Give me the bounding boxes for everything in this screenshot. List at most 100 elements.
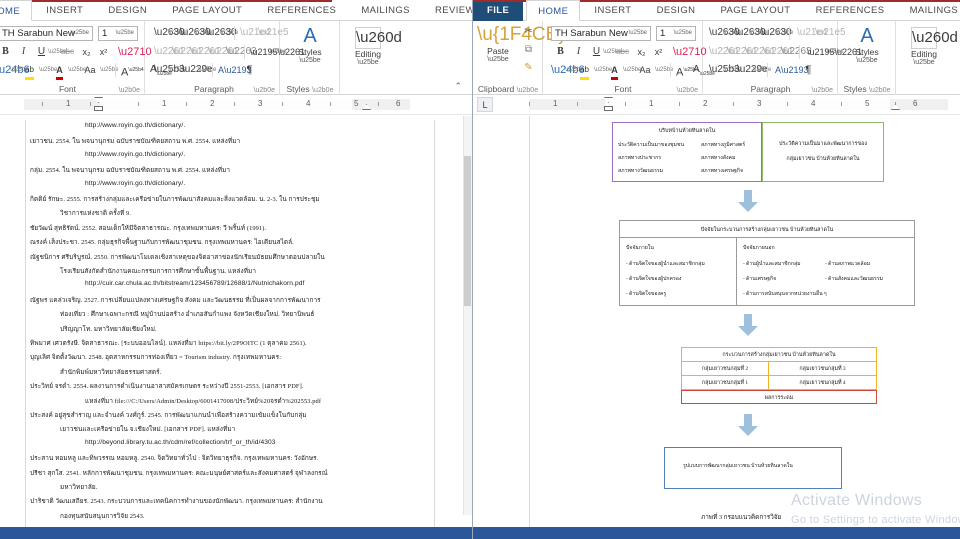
- font-size-box-right[interactable]: 1 \u25be: [656, 26, 696, 41]
- chevron-down-icon[interactable]: \u25be: [116, 27, 134, 40]
- justify-icon-left[interactable]: \u2261: [208, 45, 239, 59]
- multilevel-chevron-down-icon-right[interactable]: \u25be: [775, 26, 793, 40]
- clipboard-dialog-launcher-right[interactable]: \u2b0e: [517, 87, 538, 94]
- diagram-box-history[interactable]: ประวัติความเป็นมาและพัฒนาการของ กลุ่มเยา…: [762, 122, 884, 182]
- vertical-scrollbar-left[interactable]: [463, 116, 472, 515]
- font-size-box-left[interactable]: 1 \u25be: [98, 26, 138, 41]
- document-page-area-right[interactable]: บริบทบ้านห้วยทินลาดใน ประวัติความเป็นมาข…: [473, 116, 960, 527]
- tab-page-layout-left[interactable]: PAGE LAYOUT: [161, 0, 253, 21]
- collapse-ribbon-icon-left[interactable]: ⌃: [454, 81, 462, 92]
- subscript-button-right[interactable]: x₂: [634, 45, 649, 59]
- decrease-indent-icon-left[interactable]: \u21e4: [240, 26, 271, 40]
- tab-page-layout-right[interactable]: PAGE LAYOUT: [709, 0, 801, 21]
- text-highlight-icon-right[interactable]: ab: [577, 63, 592, 80]
- diagram-box-factors-header[interactable]: ปัจจัยในกระบวนการสร้างกลุ่มเยาวชน บ้านห้…: [619, 220, 915, 238]
- shading-chevron-down-icon-right[interactable]: \u25be: [723, 63, 741, 77]
- increase-indent-icon-left[interactable]: \u21e5: [258, 26, 289, 40]
- tab-design-right[interactable]: DESIGN: [646, 0, 707, 21]
- show-formatting-marks-icon-left[interactable]: ¶: [242, 63, 257, 77]
- chevron-down-icon[interactable]: \u25be: [674, 27, 692, 40]
- cut-scissors-icon-right[interactable]: ✂: [521, 25, 536, 39]
- chevron-down-icon[interactable]: \u25be: [629, 27, 647, 40]
- show-formatting-marks-icon-right[interactable]: ¶: [801, 63, 816, 77]
- font-dialog-launcher-right[interactable]: \u2b0e: [677, 87, 698, 94]
- tab-stop-selector-right[interactable]: L: [477, 97, 493, 112]
- shading-icon-right[interactable]: \u25b3: [709, 63, 740, 77]
- borders-icon-left[interactable]: \u229e: [182, 63, 213, 77]
- italic-button-right[interactable]: I: [571, 45, 586, 59]
- sort-icon-right[interactable]: A\u2193: [775, 63, 809, 77]
- left-indent-marker-right[interactable]: [604, 106, 613, 111]
- diagram-cell-group-3[interactable]: กลุ่มเยาวชนกลุ่มที่ 3: [769, 362, 877, 376]
- font-name-box-right[interactable]: TH Sarabun New \u25be: [551, 26, 651, 41]
- superscript-button-right[interactable]: x²: [651, 45, 666, 59]
- sort-icon-left[interactable]: A\u2193: [218, 63, 252, 77]
- numbering-icon-left[interactable]: \u2630: [180, 26, 211, 40]
- tab-mailings-left[interactable]: MAILINGS: [350, 0, 421, 21]
- tab-design-left[interactable]: DESIGN: [97, 0, 158, 21]
- font-color-icon-right[interactable]: A: [607, 63, 622, 80]
- left-indent-marker-left[interactable]: [94, 106, 103, 111]
- diagram-box-internal-factors[interactable]: ปัจจัยภายใน - ด้านจิตใจของผู้นำและสมาชิก…: [619, 238, 737, 306]
- tab-home-right[interactable]: HOME: [526, 0, 581, 21]
- change-case-chevron-down-icon-right[interactable]: \u25be: [655, 63, 673, 77]
- editing-button-right[interactable]: \u260d Editing \u25be: [904, 27, 958, 66]
- change-case-button-right[interactable]: Aa: [635, 63, 655, 77]
- editing-button-left[interactable]: \u260d Editing \u25be: [348, 27, 402, 66]
- change-case-button-left[interactable]: Aa: [80, 63, 100, 77]
- grow-font-icon-right[interactable]: A\u25b4: [676, 63, 699, 79]
- styles-button-right[interactable]: A Styles \u25be: [847, 25, 887, 64]
- increase-indent-icon-right[interactable]: \u21e5: [815, 26, 846, 40]
- diagram-cell-group-4[interactable]: กลุ่มเยาวชนกลุ่มที่ 4: [769, 376, 877, 390]
- tab-insert-left[interactable]: INSERT: [35, 0, 94, 21]
- font-color-icon-left[interactable]: A: [52, 63, 67, 80]
- shading-icon-left[interactable]: \u25b3: [154, 63, 185, 77]
- tab-insert-right[interactable]: INSERT: [583, 0, 642, 21]
- tab-home-left[interactable]: HOME: [0, 0, 33, 21]
- diagram-box-system-result[interactable]: ผลการระดม: [681, 390, 877, 404]
- subscript-button-left[interactable]: x₂: [79, 45, 94, 59]
- tab-file-right[interactable]: FILE: [473, 0, 524, 21]
- format-painter-icon-right[interactable]: ✎: [521, 61, 536, 75]
- horizontal-ruler-left[interactable]: 1 1 2 3 4 5 6: [24, 99, 410, 110]
- multilevel-list-icon-left[interactable]: \u2630: [206, 26, 237, 40]
- bold-button-left[interactable]: B: [0, 45, 13, 59]
- tab-references-right[interactable]: REFERENCES: [805, 0, 896, 21]
- diagram-box-development-model[interactable]: รูปแบบการพัฒนากลุ่มเยาวชน บ้านห้วยทินลาด…: [664, 447, 842, 489]
- align-right-icon-left[interactable]: \u2261: [190, 45, 221, 59]
- superscript-button-left[interactable]: x²: [96, 45, 111, 59]
- align-center-icon-left[interactable]: \u2261: [172, 45, 203, 59]
- tab-review-left[interactable]: REVIEW: [424, 0, 472, 21]
- bullets-icon-right[interactable]: \u2630: [709, 26, 740, 40]
- diagram-cell-group-1[interactable]: กลุ่มเยาวชนกลุ่มที่ 1: [681, 376, 769, 390]
- line-spacing-icon-left[interactable]: \u2195\u2261: [250, 45, 305, 59]
- scrollbar-thumb-left[interactable]: [464, 156, 471, 306]
- font-name-box-left[interactable]: TH Sarabun New \u25be: [0, 26, 93, 41]
- align-left-icon-right[interactable]: \u2261: [709, 45, 740, 59]
- strikethrough-button-left[interactable]: abc: [60, 45, 75, 59]
- line-spacing-icon-right[interactable]: \u2195\u2261: [807, 45, 862, 59]
- strikethrough-button-right[interactable]: abc: [615, 45, 630, 59]
- diagram-box-process-header[interactable]: กระบวนการสร้างกลุ่มเยาวชน บ้านห้วยทินลาด…: [681, 347, 877, 362]
- clear-formatting-icon-right[interactable]: \u2710: [673, 45, 707, 59]
- align-center-icon-right[interactable]: \u2261: [727, 45, 758, 59]
- justify-icon-right[interactable]: \u2261: [763, 45, 794, 59]
- align-right-icon-right[interactable]: \u2261: [745, 45, 776, 59]
- styles-dialog-launcher-right[interactable]: \u2b0e: [869, 87, 890, 94]
- styles-dialog-launcher-left[interactable]: \u2b0e: [312, 87, 333, 94]
- copy-icon-right[interactable]: ⧉: [521, 43, 536, 57]
- tab-mailings-right[interactable]: MAILINGS: [899, 0, 960, 21]
- grow-font-icon-left[interactable]: A\u25b4: [121, 63, 144, 79]
- decrease-indent-icon-right[interactable]: \u21e4: [797, 26, 828, 40]
- bullets-icon-left[interactable]: \u2630: [154, 26, 185, 40]
- font-dialog-launcher-left[interactable]: \u2b0e: [119, 87, 140, 94]
- borders-chevron-down-icon-right[interactable]: \u25be: [753, 63, 771, 77]
- italic-button-left[interactable]: I: [16, 45, 31, 59]
- diagram-box-context[interactable]: บริบทบ้านห้วยทินลาดใน ประวัติความเป็นมาข…: [612, 122, 762, 182]
- editing-chevron-down-icon-left[interactable]: \u25be: [348, 59, 388, 66]
- multilevel-list-icon-right[interactable]: \u2630: [761, 26, 792, 40]
- styles-chevron-down-icon-left[interactable]: \u25be: [290, 57, 330, 64]
- chevron-down-icon[interactable]: \u25be: [71, 27, 89, 40]
- numbering-icon-right[interactable]: \u2630: [735, 26, 766, 40]
- shading-chevron-down-icon-left[interactable]: \u25be: [168, 63, 186, 77]
